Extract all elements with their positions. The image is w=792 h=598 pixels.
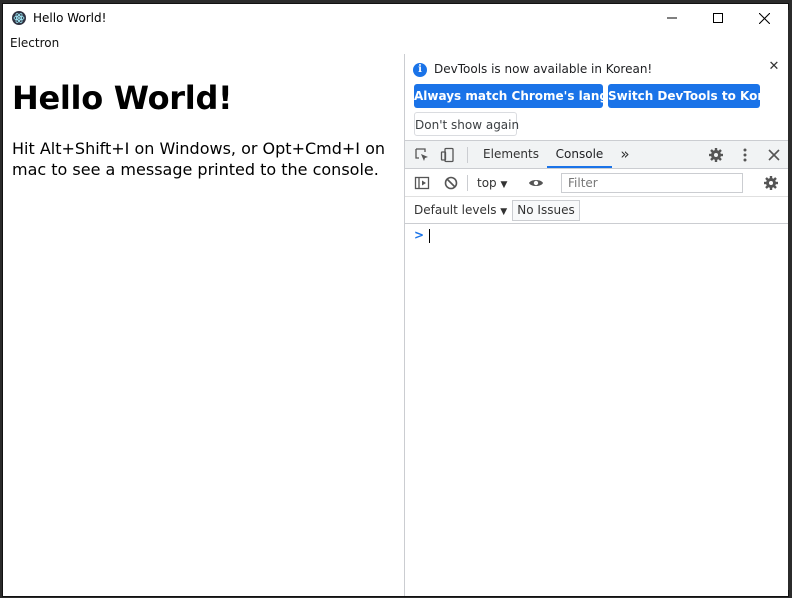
dropdown-arrow-icon: ▼ [500, 180, 508, 190]
page-content: Hello World! Hit Alt+Shift+I on Windows,… [3, 54, 404, 596]
menu-bar: Electron [3, 32, 788, 54]
close-button[interactable] [741, 4, 787, 32]
switch-language-button[interactable]: Switch DevTools to Korean [608, 84, 788, 108]
dont-show-again-button[interactable]: Don't show again [414, 112, 519, 136]
minimize-button[interactable] [649, 4, 695, 32]
dropdown-arrow-icon: ▼ [500, 207, 508, 217]
levels-bar: Default levels ▼ No Issues [405, 197, 788, 224]
device-toolbar-icon[interactable] [440, 147, 456, 163]
close-icon [758, 12, 770, 24]
clear-console-icon[interactable] [443, 175, 459, 191]
toolbar-divider [467, 175, 468, 191]
inspect-element-icon[interactable] [414, 147, 430, 163]
tab-console[interactable]: Console [547, 141, 612, 168]
page-instructions: Hit Alt+Shift+I on Windows, or Opt+Cmd+I… [12, 139, 386, 179]
console-prompt-area[interactable]: > [405, 224, 788, 596]
text-caret [429, 229, 430, 243]
maximize-button[interactable] [695, 4, 741, 32]
app-window: Hello World! Electron Hello World! Hit A… [2, 3, 789, 597]
page-heading: Hello World! [12, 79, 233, 117]
title-bar: Hello World! [3, 4, 788, 32]
close-devtools-icon[interactable] [766, 147, 782, 163]
infobar-message: DevTools is now available in Korean! [434, 62, 653, 76]
log-levels-label: Default levels [414, 203, 497, 217]
devtools-tab-bar: Elements Console » [405, 140, 788, 169]
context-selector[interactable]: top ▼ [477, 176, 507, 190]
maximize-icon [713, 13, 723, 23]
language-infobar: i DevTools is now available in Korean! ✕… [405, 54, 788, 140]
live-expression-eye-icon[interactable] [528, 175, 544, 191]
electron-icon [12, 11, 26, 25]
prompt-chevron-icon: > [414, 228, 425, 242]
context-label: top [477, 176, 497, 190]
window-title: Hello World! [33, 11, 107, 25]
filter-input[interactable]: Filter [561, 173, 743, 193]
desktop-edge [788, 10, 792, 590]
infobar-close-button[interactable]: ✕ [767, 59, 781, 75]
info-icon: i [413, 63, 427, 77]
console-settings-icon[interactable] [763, 175, 779, 191]
menu-electron[interactable]: Electron [10, 36, 59, 50]
minimize-icon [667, 17, 677, 19]
more-options-icon[interactable] [737, 147, 753, 163]
toolbar-divider [467, 147, 468, 163]
tab-elements[interactable]: Elements [479, 141, 543, 168]
match-language-button[interactable]: Always match Chrome's language [414, 84, 641, 108]
issues-button[interactable]: No Issues [512, 200, 580, 221]
log-levels-dropdown[interactable]: Default levels ▼ [414, 203, 507, 217]
devtools-panel: i DevTools is now available in Korean! ✕… [404, 54, 788, 596]
sidebar-toggle-icon[interactable] [414, 175, 430, 191]
console-toolbar: top ▼ Filter [405, 169, 788, 197]
settings-icon[interactable] [708, 147, 724, 163]
more-tabs-icon[interactable]: » [615, 141, 635, 168]
